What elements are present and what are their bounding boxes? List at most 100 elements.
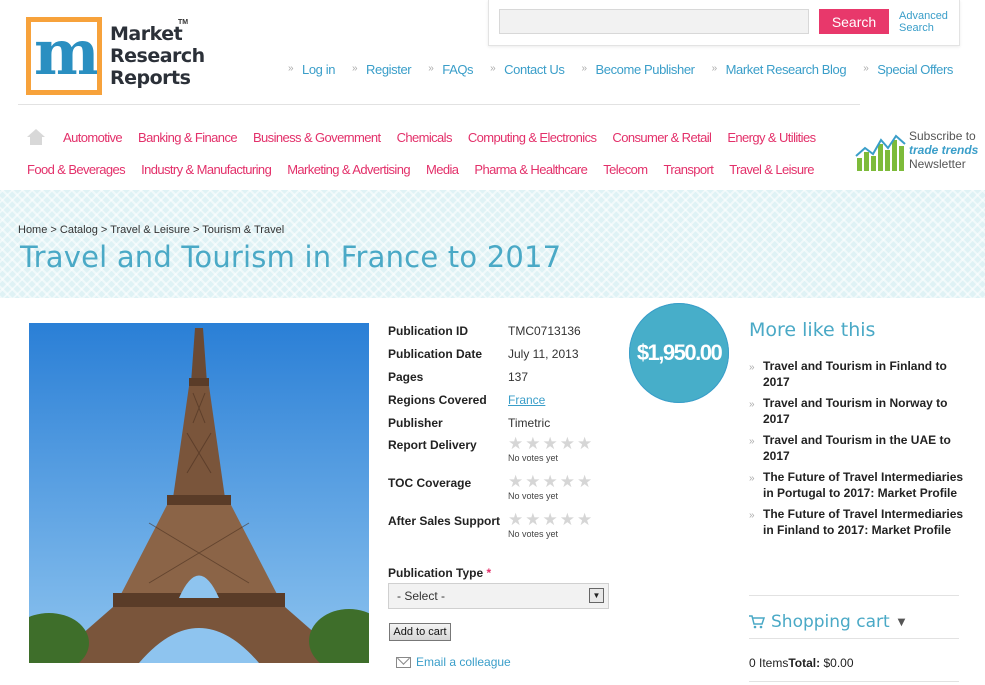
star-icon[interactable]: ★ [560,473,575,491]
sidebar-divider [749,595,959,596]
star-rating[interactable]: ★ ★ ★ ★ ★ [508,435,592,453]
category-energy-utilities[interactable]: Energy & Utilities [727,130,816,145]
newsletter-subscribe[interactable]: Subscribe to trade trends Newsletter [853,128,985,174]
breadcrumb-category[interactable]: Travel & Leisure [110,224,190,236]
register-link[interactable]: Register [352,62,412,77]
login-link[interactable]: Log in [288,62,335,77]
category-food-beverages[interactable]: Food & Beverages [27,162,126,177]
category-chemicals[interactable]: Chemicals [397,130,453,145]
email-colleague-link[interactable]: Email a colleague [396,655,511,669]
star-icon[interactable]: ★ [525,435,540,453]
price-badge: $1,950.00 [629,303,729,403]
logo-text: Market Research Reports [110,23,205,89]
category-computing-electronics[interactable]: Computing & Electronics [468,130,597,145]
category-industry-manufacturing[interactable]: Industry & Manufacturing [141,162,272,177]
top-links: Log in Register FAQs Contact Us Become P… [288,62,953,77]
related-report-link[interactable]: The Future of Travel Intermediaries in P… [763,470,963,500]
publication-date-value: July 11, 2013 [508,347,579,361]
category-transport[interactable]: Transport [664,162,714,177]
trend-chart-icon [855,134,906,171]
votes-text: No votes yet [508,491,559,501]
breadcrumb: Home > Catalog > Travel & Leisure > Tour… [18,224,285,236]
category-automotive[interactable]: Automotive [63,130,123,145]
publication-id-value: TMC0713136 [508,324,581,338]
advanced-search-link[interactable]: Advanced Search [899,10,948,34]
contact-us-link[interactable]: Contact Us [490,62,565,77]
search-button[interactable]: Search [819,9,889,34]
sidebar-divider [749,681,959,682]
star-icon[interactable]: ★ [560,435,575,453]
become-publisher-link[interactable]: Become Publisher [581,62,695,77]
publisher-value: Timetric [508,416,551,430]
star-rating[interactable]: ★ ★ ★ ★ ★ [508,511,592,529]
sidebar-divider [749,638,959,639]
star-rating[interactable]: ★ ★ ★ ★ ★ [508,473,592,491]
special-offers-link[interactable]: Special Offers [863,62,953,77]
dropdown-arrow-icon[interactable]: ▼ [589,588,604,603]
related-report-link[interactable]: The Future of Travel Intermediaries in F… [763,507,963,537]
faqs-link[interactable]: FAQs [428,62,473,77]
star-icon[interactable]: ★ [525,511,540,529]
header-divider [18,104,860,105]
logo-trademark: TM [178,19,189,26]
star-icon[interactable]: ★ [577,511,592,529]
pages-value: 137 [508,370,529,384]
region-france-link[interactable]: France [508,393,545,407]
search-box: Search Advanced Search [488,0,960,46]
category-travel-leisure[interactable]: Travel & Leisure [729,162,814,177]
logo-mark-icon: m [26,17,102,95]
cart-summary: 0 ItemsTotal: $0.00 [749,656,854,670]
title-banner: Home > Catalog > Travel & Leisure > Tour… [0,190,985,298]
newsletter-text: Subscribe to trade trends Newsletter [909,129,979,171]
star-icon[interactable]: ★ [525,473,540,491]
publication-type-select[interactable]: - Select - ▼ [388,583,609,609]
market-research-blog-link[interactable]: Market Research Blog [712,62,847,77]
votes-text: No votes yet [508,529,559,539]
more-like-this-title: More like this [749,319,876,341]
related-reports-list: Travel and Tourism in Finland to 2017 Tr… [749,358,964,543]
breadcrumb-catalog[interactable]: Catalog [60,224,98,236]
envelope-icon [396,656,411,668]
chevron-down-icon[interactable]: ▼ [898,617,906,628]
list-item: Travel and Tourism in Norway to 2017 [749,395,964,427]
star-icon[interactable]: ★ [577,435,592,453]
related-report-link[interactable]: Travel and Tourism in Norway to 2017 [763,396,947,426]
star-icon[interactable]: ★ [560,511,575,529]
cart-total: $0.00 [823,656,854,670]
cart-icon [749,615,765,629]
category-nav-row-1: Automotive Banking & Finance Business & … [63,130,816,145]
category-telecom[interactable]: Telecom [603,162,648,177]
home-icon[interactable] [26,128,46,146]
search-input[interactable] [499,9,809,34]
breadcrumb-current[interactable]: Tourism & Travel [202,224,284,236]
breadcrumb-home[interactable]: Home [18,224,47,236]
list-item: The Future of Travel Intermediaries in F… [749,506,964,538]
product-image [29,323,369,663]
related-report-link[interactable]: Travel and Tourism in Finland to 2017 [763,359,947,389]
star-icon[interactable]: ★ [508,473,523,491]
cart-items-count: 0 Items [749,656,789,670]
votes-text: No votes yet [508,453,559,463]
add-to-cart-button[interactable]: Add to cart [389,623,451,641]
star-icon[interactable]: ★ [543,473,558,491]
publication-type-label: Publication Type * [388,566,492,580]
star-icon[interactable]: ★ [543,511,558,529]
page-title: Travel and Tourism in France to 2017 [20,240,562,274]
category-banking-finance[interactable]: Banking & Finance [138,130,238,145]
site-logo[interactable]: m Market Research Reports TM [26,17,205,97]
star-icon[interactable]: ★ [577,473,592,491]
category-pharma-healthcare[interactable]: Pharma & Healthcare [474,162,587,177]
category-nav-row-2: Food & Beverages Industry & Manufacturin… [27,162,814,177]
list-item: Travel and Tourism in the UAE to 2017 [749,432,964,464]
shopping-cart-header[interactable]: Shopping cart ▼ [749,612,905,632]
category-media[interactable]: Media [426,162,459,177]
star-icon[interactable]: ★ [508,435,523,453]
category-consumer-retail[interactable]: Consumer & Retail [612,130,712,145]
category-marketing-advertising[interactable]: Marketing & Advertising [287,162,410,177]
star-icon[interactable]: ★ [508,511,523,529]
star-icon[interactable]: ★ [543,435,558,453]
category-business-government[interactable]: Business & Government [253,130,381,145]
list-item: Travel and Tourism in Finland to 2017 [749,358,964,390]
list-item: The Future of Travel Intermediaries in P… [749,469,964,501]
related-report-link[interactable]: Travel and Tourism in the UAE to 2017 [763,433,951,463]
